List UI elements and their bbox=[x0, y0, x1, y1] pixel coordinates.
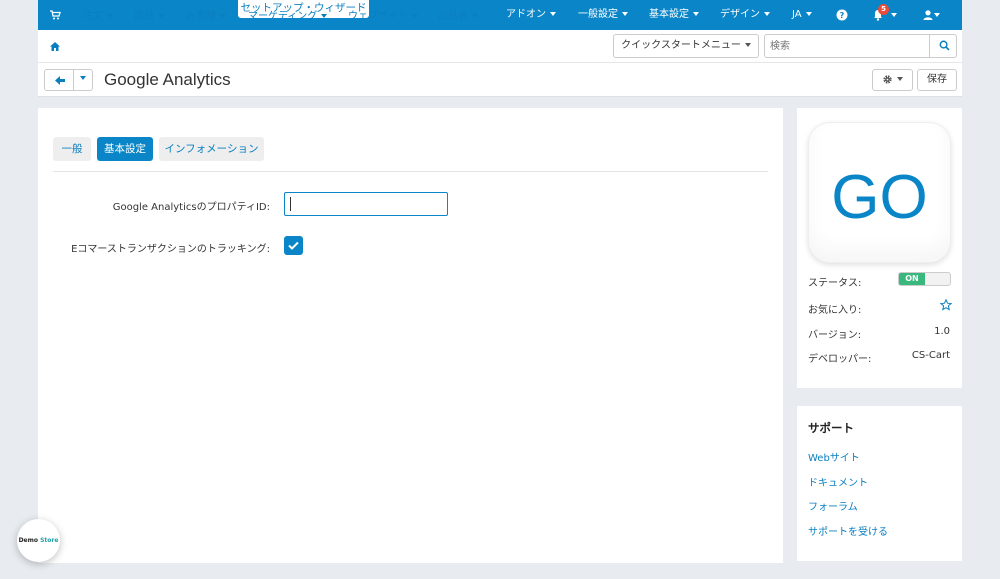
chevron-down-icon bbox=[412, 14, 418, 18]
search-input[interactable] bbox=[765, 35, 929, 57]
tab-general[interactable]: 一般 bbox=[53, 137, 91, 161]
demo-label: Demo bbox=[18, 537, 38, 544]
search-icon bbox=[939, 40, 950, 51]
text-cursor bbox=[290, 197, 291, 211]
back-button[interactable] bbox=[44, 69, 74, 91]
support-link-get-support[interactable]: サポートを受ける bbox=[808, 523, 888, 538]
star-icon[interactable] bbox=[940, 299, 952, 311]
nav-customers[interactable]: お客様 bbox=[186, 0, 226, 33]
chevron-down-icon bbox=[693, 12, 699, 16]
chevron-down-icon bbox=[744, 43, 751, 47]
nav-vendors-label: 出品者 bbox=[438, 11, 468, 22]
settings-dropdown-button[interactable] bbox=[872, 69, 913, 91]
nav-marketing[interactable]: マーケティング bbox=[248, 0, 328, 33]
design-menu-label: デザイン bbox=[720, 9, 760, 20]
chevron-down-icon bbox=[622, 12, 628, 16]
chevron-down-icon[interactable] bbox=[934, 13, 940, 17]
notification-badge: 5 bbox=[878, 4, 889, 15]
addon-logo-text: GO bbox=[831, 163, 928, 232]
language-menu[interactable]: JA bbox=[792, 0, 812, 30]
nav-products-label: 商品 bbox=[134, 11, 154, 22]
status-label: ステータス: bbox=[808, 278, 862, 289]
support-link-forum[interactable]: フォーラム bbox=[808, 498, 858, 513]
tab-information[interactable]: インフォメーション bbox=[159, 137, 264, 161]
nav-vendors[interactable]: 出品者 bbox=[438, 0, 478, 33]
general-menu[interactable]: 一般設定 bbox=[578, 0, 628, 30]
chevron-down-icon bbox=[107, 14, 113, 18]
tab-settings[interactable]: 基本設定 bbox=[97, 137, 153, 161]
support-link-documentation[interactable]: ドキュメント bbox=[808, 474, 868, 489]
nav-orders-label: 注文 bbox=[83, 11, 103, 22]
svg-text:?: ? bbox=[840, 11, 845, 20]
nav-customers-label: お客様 bbox=[186, 11, 216, 22]
chevron-down-icon bbox=[158, 14, 164, 18]
arrow-left-icon bbox=[55, 76, 65, 85]
save-button[interactable]: 保存 bbox=[917, 69, 957, 91]
chevron-down-icon bbox=[80, 76, 86, 80]
developer-label: デベロッパー: bbox=[808, 354, 872, 365]
ecommerce-tracking-label: Eコマーストランザクションのトラッキング: bbox=[71, 244, 270, 255]
settings-menu-label: 基本設定 bbox=[649, 9, 689, 20]
user-icon[interactable] bbox=[922, 9, 934, 21]
nav-website[interactable]: ウェブサイト bbox=[348, 0, 418, 33]
property-id-label: Google AnalyticsのプロパティID: bbox=[112, 202, 270, 213]
page-title: Google Analytics bbox=[104, 70, 231, 89]
store-label: Store bbox=[40, 537, 59, 544]
addons-menu[interactable]: アドオン bbox=[506, 0, 556, 30]
status-toggle-on: ON bbox=[899, 273, 925, 285]
search-button[interactable] bbox=[929, 35, 957, 57]
quickstart-label: クイックスタートメニュー bbox=[621, 40, 741, 51]
settings-menu[interactable]: 基本設定 bbox=[649, 0, 699, 30]
nav-products[interactable]: 商品 bbox=[134, 0, 164, 33]
home-icon[interactable] bbox=[49, 41, 61, 52]
favorite-label: お気に入り: bbox=[808, 305, 862, 316]
chevron-down-icon bbox=[220, 14, 226, 18]
quickstart-menu-button[interactable]: クイックスタートメニュー bbox=[613, 34, 759, 58]
nav-website-label: ウェブサイト bbox=[348, 11, 408, 22]
demo-store-badge[interactable]: Demo Store bbox=[17, 519, 60, 562]
property-id-input[interactable] bbox=[285, 193, 447, 215]
support-link-website[interactable]: Webサイト bbox=[808, 449, 860, 464]
chevron-down-icon bbox=[897, 77, 903, 81]
gear-icon bbox=[883, 74, 892, 84]
search-box bbox=[764, 34, 957, 58]
chevron-down-icon[interactable] bbox=[891, 13, 897, 17]
status-toggle[interactable]: ON bbox=[898, 272, 951, 286]
chevron-down-icon bbox=[472, 14, 478, 18]
general-menu-label: 一般設定 bbox=[578, 9, 618, 20]
property-id-field bbox=[284, 192, 448, 216]
tab-divider bbox=[53, 171, 768, 172]
nav-marketing-label: マーケティング bbox=[248, 11, 318, 22]
check-icon bbox=[288, 241, 299, 250]
help-icon[interactable]: ? bbox=[836, 9, 848, 21]
version-value: 1.0 bbox=[934, 326, 950, 337]
nav-orders[interactable]: 注文 bbox=[83, 0, 113, 33]
developer-value: CS-Cart bbox=[911, 350, 950, 361]
addons-menu-label: アドオン bbox=[506, 9, 546, 20]
chevron-down-icon bbox=[805, 12, 812, 16]
top-bar bbox=[38, 0, 962, 30]
ecommerce-tracking-checkbox[interactable] bbox=[284, 236, 303, 255]
cart-icon[interactable] bbox=[49, 9, 61, 21]
chevron-down-icon bbox=[550, 12, 556, 16]
chevron-down-icon bbox=[764, 12, 770, 16]
version-label: バージョン: bbox=[808, 330, 862, 341]
back-dropdown-button[interactable] bbox=[73, 69, 93, 91]
chevron-down-icon bbox=[321, 14, 328, 18]
settings-panel bbox=[38, 108, 783, 563]
design-menu[interactable]: デザイン bbox=[720, 0, 770, 30]
support-title: サポート bbox=[808, 421, 854, 435]
language-label: JA bbox=[792, 9, 802, 20]
